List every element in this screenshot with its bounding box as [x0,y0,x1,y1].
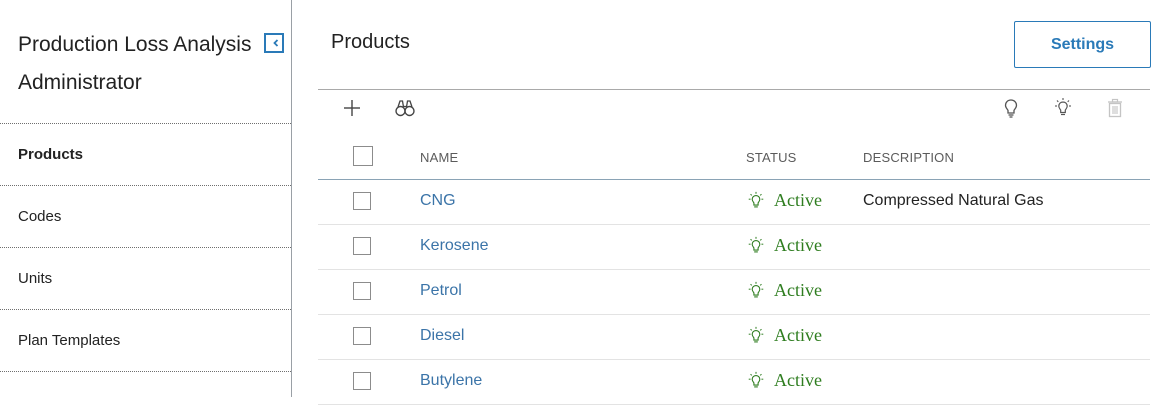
row-checkbox[interactable] [353,327,371,345]
product-name-link[interactable]: Butylene [420,372,482,390]
lightbulb-on-icon [748,236,764,252]
header-name[interactable]: NAME [420,150,458,165]
sidebar-item-plan-templates[interactable]: Plan Templates [0,309,291,371]
table-row: Diesel Active [318,315,1150,360]
status-cell: Active [746,190,822,211]
lightbulb-on-icon[interactable] [1052,97,1074,119]
lightbulb-icon[interactable] [1000,97,1022,119]
sidebar-item-units[interactable]: Units [0,247,291,309]
sidebar-item-label: Plan Templates [18,332,121,349]
status-text: Active [774,280,822,300]
status-text: Active [774,370,822,390]
product-name-link[interactable]: Diesel [420,327,464,345]
sidebar-nav: Products Codes Units Plan Templates [0,123,291,372]
lightbulb-on-icon [748,281,764,297]
row-checkbox[interactable] [353,372,371,390]
product-name-link[interactable]: Kerosene [420,237,489,255]
row-checkbox[interactable] [353,192,371,210]
main-content: Products Settings NAME STATUS DESCRIPTIO… [293,0,1176,405]
sidebar-item-codes[interactable]: Codes [0,185,291,247]
header-status[interactable]: STATUS [746,150,797,165]
table-header: NAME STATUS DESCRIPTION [318,137,1150,180]
sidebar: Production Loss Analysis Administrator P… [0,0,292,397]
status-cell: Active [746,235,822,256]
lightbulb-on-icon [748,371,764,387]
status-text: Active [774,235,822,255]
sidebar-divider [0,371,291,372]
lightbulb-on-icon [748,191,764,207]
description-cell: Compressed Natural Gas [863,192,1044,209]
plus-icon[interactable] [341,97,363,119]
header-description[interactable]: DESCRIPTION [863,150,954,165]
settings-button[interactable]: Settings [1014,21,1151,68]
sidebar-item-label: Codes [18,208,62,225]
app-title-line1: Production Loss Analysis [18,33,252,56]
status-cell: Active [746,370,822,391]
product-name-link[interactable]: CNG [420,192,456,210]
trash-icon[interactable] [1104,97,1126,119]
row-checkbox[interactable] [353,282,371,300]
table-row: Kerosene Active [318,225,1150,270]
collapse-sidebar-button[interactable] [264,33,284,53]
app-title: Production Loss Analysis Administrator [18,26,258,102]
products-table: NAME STATUS DESCRIPTION CNG Active Compr… [318,137,1150,405]
page-title: Products [331,31,410,53]
row-checkbox[interactable] [353,237,371,255]
lightbulb-on-icon [748,326,764,342]
binoculars-icon[interactable] [394,97,416,119]
sidebar-item-label: Units [18,270,53,287]
table-row: Petrol Active [318,270,1150,315]
chevron-left-icon [273,39,279,47]
status-cell: Active [746,325,822,346]
status-cell: Active [746,280,822,301]
sidebar-item-products[interactable]: Products [0,123,291,185]
app-title-line2: Administrator [18,71,142,94]
status-text: Active [774,190,822,210]
table-row: Butylene Active [318,360,1150,405]
product-name-link[interactable]: Petrol [420,282,462,300]
table-row: CNG Active Compressed Natural Gas [318,180,1150,225]
sidebar-item-label: Products [18,146,84,163]
toolbar-divider [318,89,1150,90]
status-text: Active [774,325,822,345]
select-all-checkbox[interactable] [353,146,373,166]
